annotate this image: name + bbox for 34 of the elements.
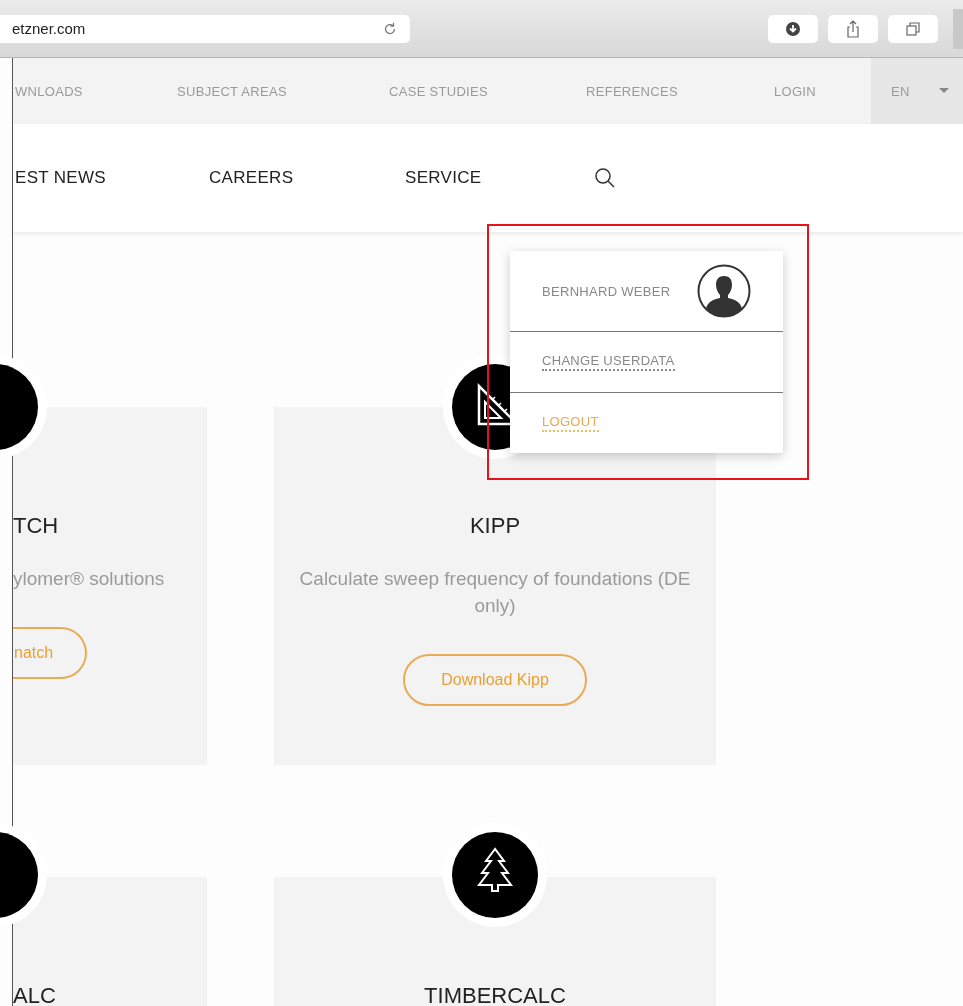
main-nav-link[interactable]: CAREERS bbox=[209, 168, 405, 188]
card-description: ylomer® solutions bbox=[13, 567, 165, 591]
logout-link[interactable]: LOGOUT bbox=[542, 414, 599, 432]
download-button[interactable]: natch bbox=[13, 627, 87, 679]
top-nav-link[interactable]: LOGIN bbox=[774, 83, 871, 99]
address-text: etzner.com bbox=[12, 20, 86, 37]
toolbar-button-edge bbox=[953, 8, 963, 49]
download-icon bbox=[785, 20, 801, 37]
address-bar[interactable]: etzner.com bbox=[0, 14, 410, 43]
avatar-icon bbox=[697, 264, 751, 318]
user-name: BERNHARD WEBER bbox=[542, 283, 671, 299]
tabs-button[interactable] bbox=[888, 14, 938, 43]
download-button[interactable]: Download Kipp bbox=[403, 654, 587, 706]
download-button[interactable] bbox=[768, 14, 818, 43]
card-title: TCH bbox=[13, 512, 59, 540]
top-nav-link[interactable]: SUBJECT AREAS bbox=[177, 83, 389, 99]
caret-icon bbox=[939, 88, 949, 94]
top-nav-link[interactable]: REFERENCES bbox=[586, 83, 774, 99]
card-title: KIPP bbox=[469, 512, 521, 540]
main-nav-link[interactable]: EST NEWS bbox=[13, 168, 209, 188]
top-nav-link[interactable]: WNLOADS bbox=[13, 83, 177, 99]
tabs-icon bbox=[905, 20, 921, 37]
search-icon[interactable] bbox=[593, 166, 617, 190]
card-description: Calculate sweep frequency of foundations (DE only) bbox=[299, 567, 691, 618]
card-title: TIMBERCALC bbox=[424, 982, 566, 1006]
reload-icon[interactable] bbox=[382, 20, 398, 37]
share-button[interactable] bbox=[828, 14, 878, 43]
tree-icon bbox=[452, 832, 538, 918]
language-selector[interactable]: EN bbox=[871, 58, 963, 124]
menu-link[interactable]: CHANGE USERDATA bbox=[542, 353, 675, 371]
card-title: ALC bbox=[13, 982, 56, 1006]
share-icon bbox=[845, 19, 861, 38]
main-nav-link[interactable]: SERVICE bbox=[405, 168, 593, 188]
top-nav-link[interactable]: CASE STUDIES bbox=[389, 83, 586, 99]
